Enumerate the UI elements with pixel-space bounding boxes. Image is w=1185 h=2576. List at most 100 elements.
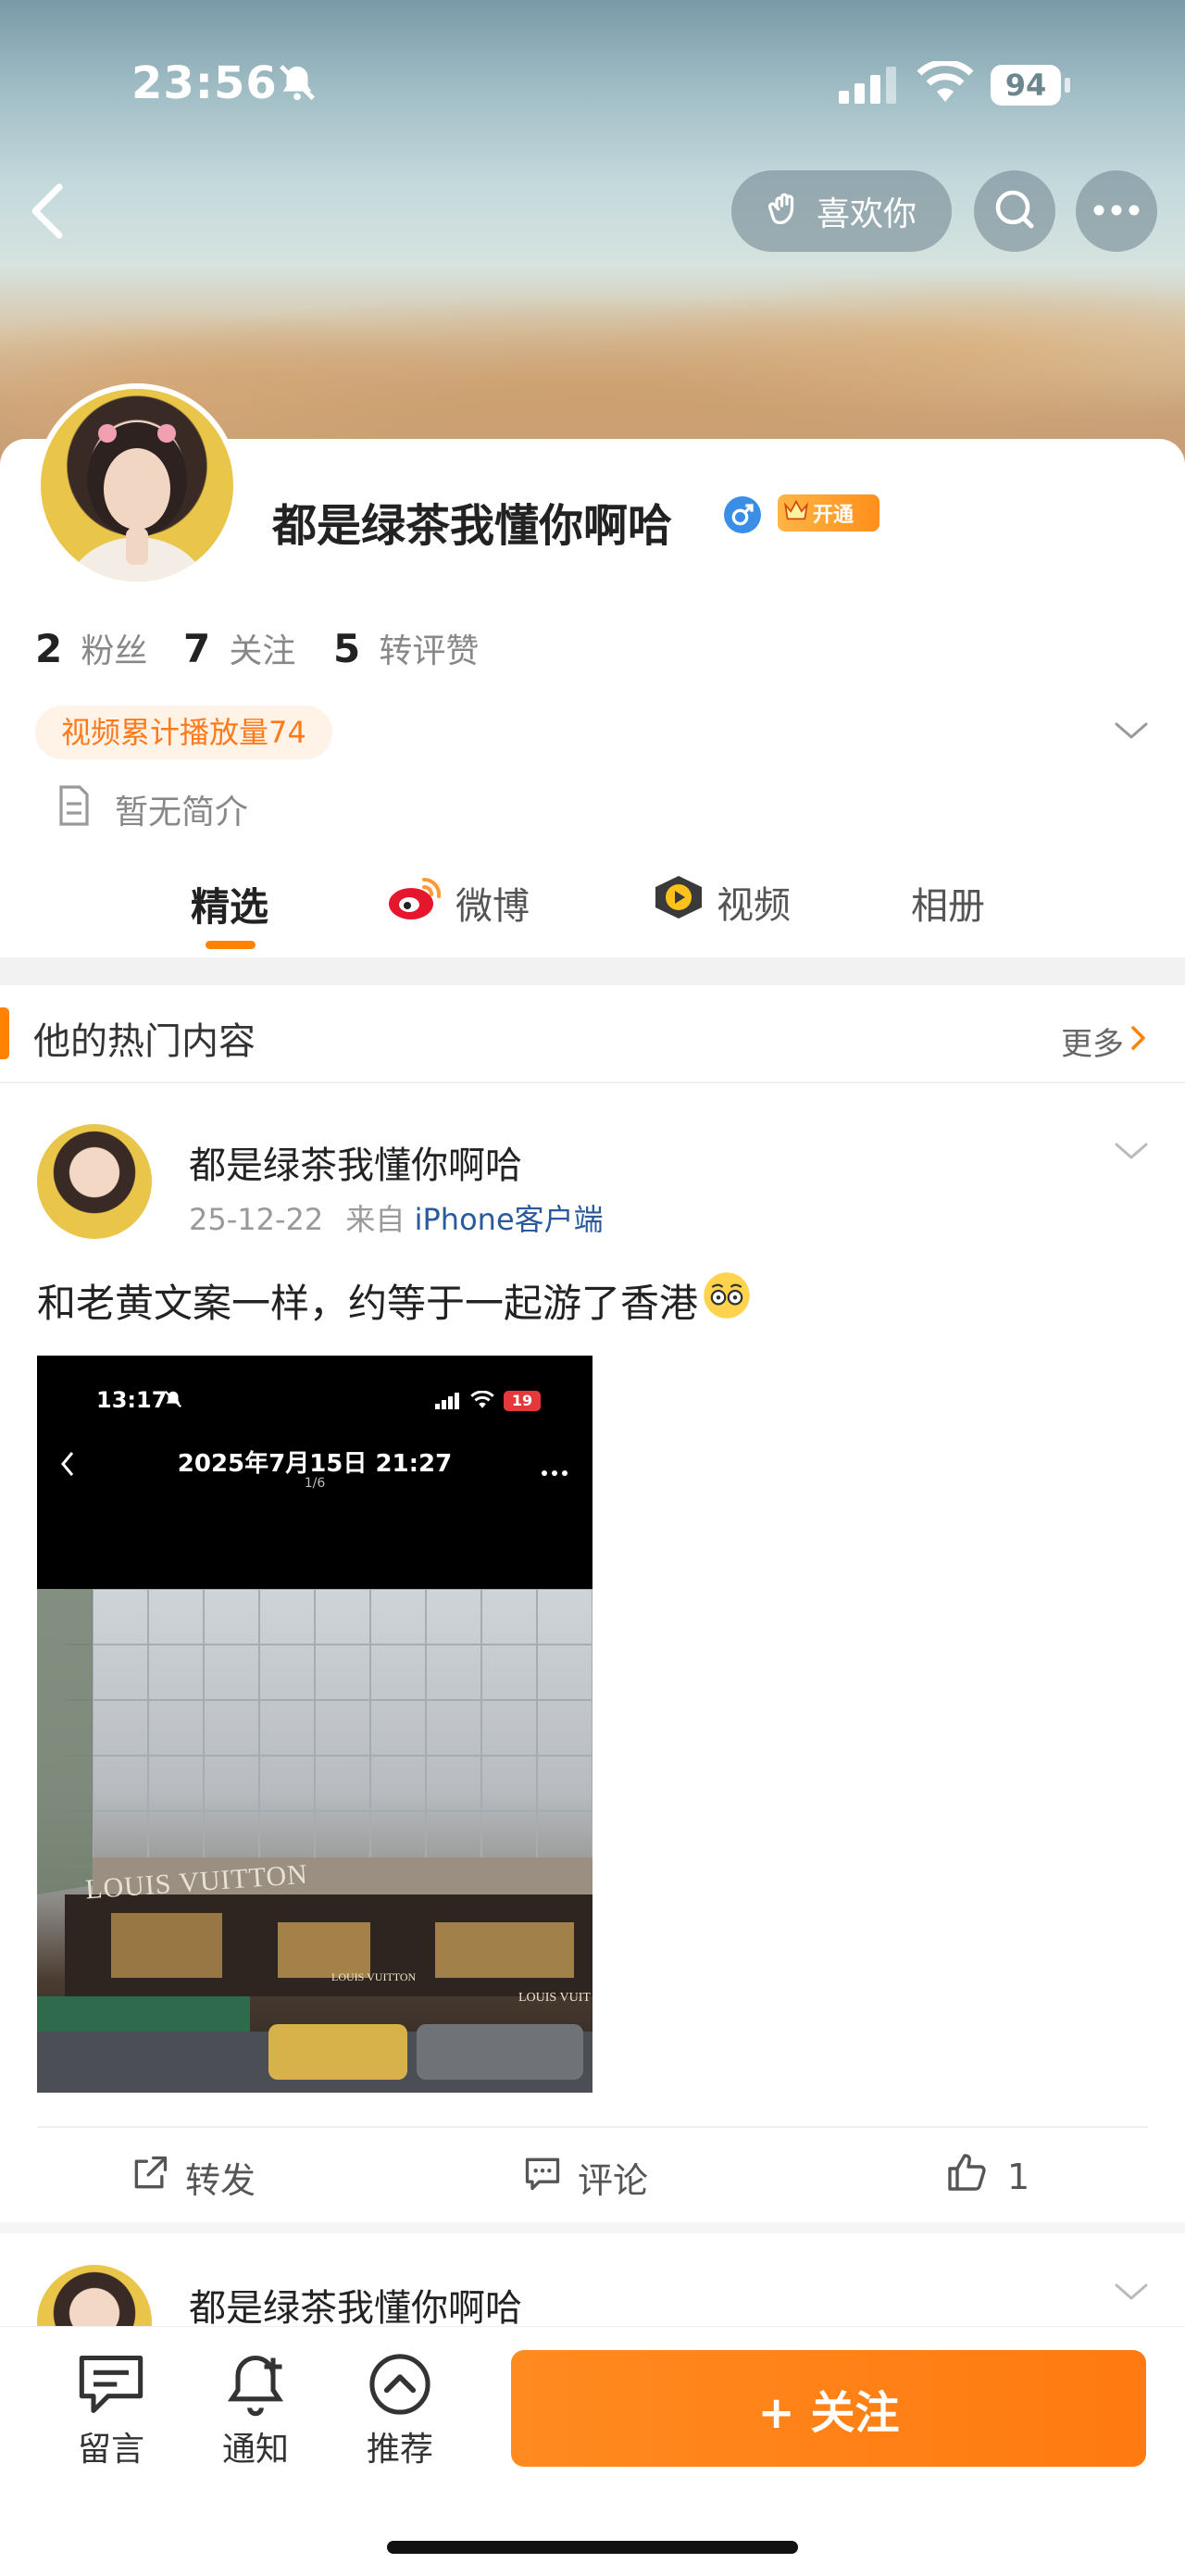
tab-album[interactable]: 相册 xyxy=(911,876,985,930)
hand-heart-icon xyxy=(767,187,807,236)
video-views-label: 视频累计播放量74 xyxy=(61,715,306,750)
comment-button[interactable]: 评论 xyxy=(522,2152,648,2203)
tab-label: 相册 xyxy=(911,885,985,928)
bottom-item-label: 留言 xyxy=(77,2431,144,2469)
comment-label: 评论 xyxy=(578,2160,649,2201)
building-photo: LOUIS VUITTON LOUIS VUITTON LOUIS VUIT xyxy=(37,1589,592,2093)
stat-label: 粉丝 xyxy=(81,632,148,670)
post-text: 和老黄文案一样，约等于一起游了香港 xyxy=(37,1270,752,1330)
post-text-content: 和老黄文案一样，约等于一起游了香港 xyxy=(37,1280,699,1326)
section-divider xyxy=(0,2222,1185,2233)
bottom-item-label: 推荐 xyxy=(366,2431,433,2469)
message-icon xyxy=(76,2355,146,2420)
more-button[interactable] xyxy=(1076,170,1157,252)
search-button[interactable] xyxy=(974,170,1055,252)
post-menu-chevron-icon[interactable] xyxy=(1113,1137,1150,1169)
hot-section-bar xyxy=(0,1007,9,1059)
like-you-button[interactable]: 喜欢你 xyxy=(731,170,952,252)
tab-weibo[interactable]: 微博 xyxy=(387,874,530,932)
hot-section-title: 他的热门内容 xyxy=(33,1020,256,1063)
bio-text: 暂无简介 xyxy=(115,794,249,832)
tab-label: 精选 xyxy=(191,884,269,930)
post-author[interactable]: 都是绿茶我懂你啊哈 xyxy=(189,2278,522,2332)
bell-add-icon xyxy=(220,2355,291,2420)
image-battery: 19 xyxy=(504,1391,541,1411)
stat-label: 转评赞 xyxy=(379,632,480,670)
repost-label: 转发 xyxy=(185,2160,256,2201)
like-you-label: 喜欢你 xyxy=(816,195,917,233)
search-icon xyxy=(992,187,1037,235)
thumbs-up-icon xyxy=(944,2150,989,2203)
post-avatar[interactable] xyxy=(37,1124,152,1239)
chevron-up-circle-icon xyxy=(365,2354,435,2420)
video-views-badge[interactable]: 视频累计播放量74 xyxy=(35,706,332,759)
video-play-icon xyxy=(652,874,705,930)
section-divider xyxy=(0,957,1185,985)
status-time: 23:56 xyxy=(131,57,278,109)
cellular-signal-icon xyxy=(839,65,900,109)
stat-fans[interactable]: 2 粉丝 xyxy=(35,624,147,672)
image-wifi-icon xyxy=(470,1390,494,1413)
post-source[interactable]: iPhone客户端 xyxy=(415,1202,604,1237)
stat-value: 5 xyxy=(333,626,361,671)
post-menu-chevron-icon[interactable] xyxy=(1113,2278,1150,2309)
more-link-label: 更多 xyxy=(1061,1026,1124,1063)
more-link[interactable]: 更多 xyxy=(1061,1019,1148,1064)
vip-open-badge[interactable]: 开通 xyxy=(778,494,879,531)
bottom-item-notify[interactable]: 通知 xyxy=(209,2352,302,2470)
battery-level: 94 xyxy=(1004,68,1047,103)
follow-button[interactable]: + 关注 xyxy=(511,2350,1146,2467)
follow-label: + 关注 xyxy=(757,2387,900,2439)
store-sign: LOUIS VUIT xyxy=(518,1991,591,2005)
tab-label: 视频 xyxy=(717,884,791,927)
document-icon xyxy=(56,785,93,830)
comment-icon xyxy=(522,2153,563,2202)
image-title: 2025年7月15日 21:27 xyxy=(177,1450,453,1478)
store-sign: LOUIS VUITTON xyxy=(331,1970,417,1983)
bottom-item-recommend[interactable]: 推荐 xyxy=(354,2352,446,2470)
emoji-icon xyxy=(702,1270,752,1330)
post-date: 25-12-22 xyxy=(189,1202,324,1237)
image-signal-icon xyxy=(435,1393,461,1413)
bottom-item-message[interactable]: 留言 xyxy=(65,2352,157,2470)
stat-following[interactable]: 7 关注 xyxy=(183,624,295,672)
tab-label: 微博 xyxy=(455,885,530,928)
post-meta: 25-12-22 来自 iPhone客户端 xyxy=(189,1196,604,1239)
chevron-right-icon xyxy=(1129,1023,1148,1060)
post-image[interactable]: 13:17 19 2025年7月15日 21:27 1/6 LOUIS VUIT… xyxy=(37,1356,592,2093)
tab-active-indicator xyxy=(206,941,256,949)
divider xyxy=(37,2126,1148,2128)
battery-indicator: 94 xyxy=(991,65,1061,106)
vip-badge-label: 开通 xyxy=(813,504,854,527)
image-counter: 1/6 xyxy=(304,1476,326,1491)
crown-icon xyxy=(783,498,809,528)
wifi-icon xyxy=(917,59,974,107)
tab-video[interactable]: 视频 xyxy=(652,874,791,930)
tab-featured[interactable]: 精选 xyxy=(191,876,268,932)
bottom-item-label: 通知 xyxy=(221,2431,289,2469)
more-dots-icon xyxy=(1092,203,1141,220)
repost-button[interactable]: 转发 xyxy=(130,2152,256,2203)
bell-muted-icon xyxy=(276,61,318,107)
post-author[interactable]: 都是绿茶我懂你啊哈 xyxy=(189,1135,522,1189)
repost-icon xyxy=(130,2153,170,2202)
stat-value: 7 xyxy=(183,626,211,671)
image-status-time: 13:17 xyxy=(96,1387,168,1413)
like-button[interactable]: 1 xyxy=(944,2150,1029,2203)
weibo-logo-icon xyxy=(387,874,444,932)
back-icon[interactable] xyxy=(26,181,70,244)
avatar[interactable] xyxy=(35,383,239,587)
image-top-band xyxy=(37,1494,592,1589)
divider xyxy=(0,1082,1185,1083)
post-source-prefix: 来自 xyxy=(345,1202,405,1237)
stat-interactions[interactable]: 5 转评赞 xyxy=(333,624,479,672)
chevron-down-icon[interactable] xyxy=(1113,717,1150,748)
home-indicator xyxy=(387,2541,798,2554)
male-gender-icon xyxy=(724,496,761,537)
like-count: 1 xyxy=(1007,2156,1030,2197)
battery-cap xyxy=(1065,78,1070,93)
stat-label: 关注 xyxy=(229,632,296,670)
image-bell-muted-icon xyxy=(163,1389,183,1413)
image-more-icon xyxy=(541,1463,568,1481)
profile-name: 都是绿茶我懂你啊哈 xyxy=(272,500,673,552)
